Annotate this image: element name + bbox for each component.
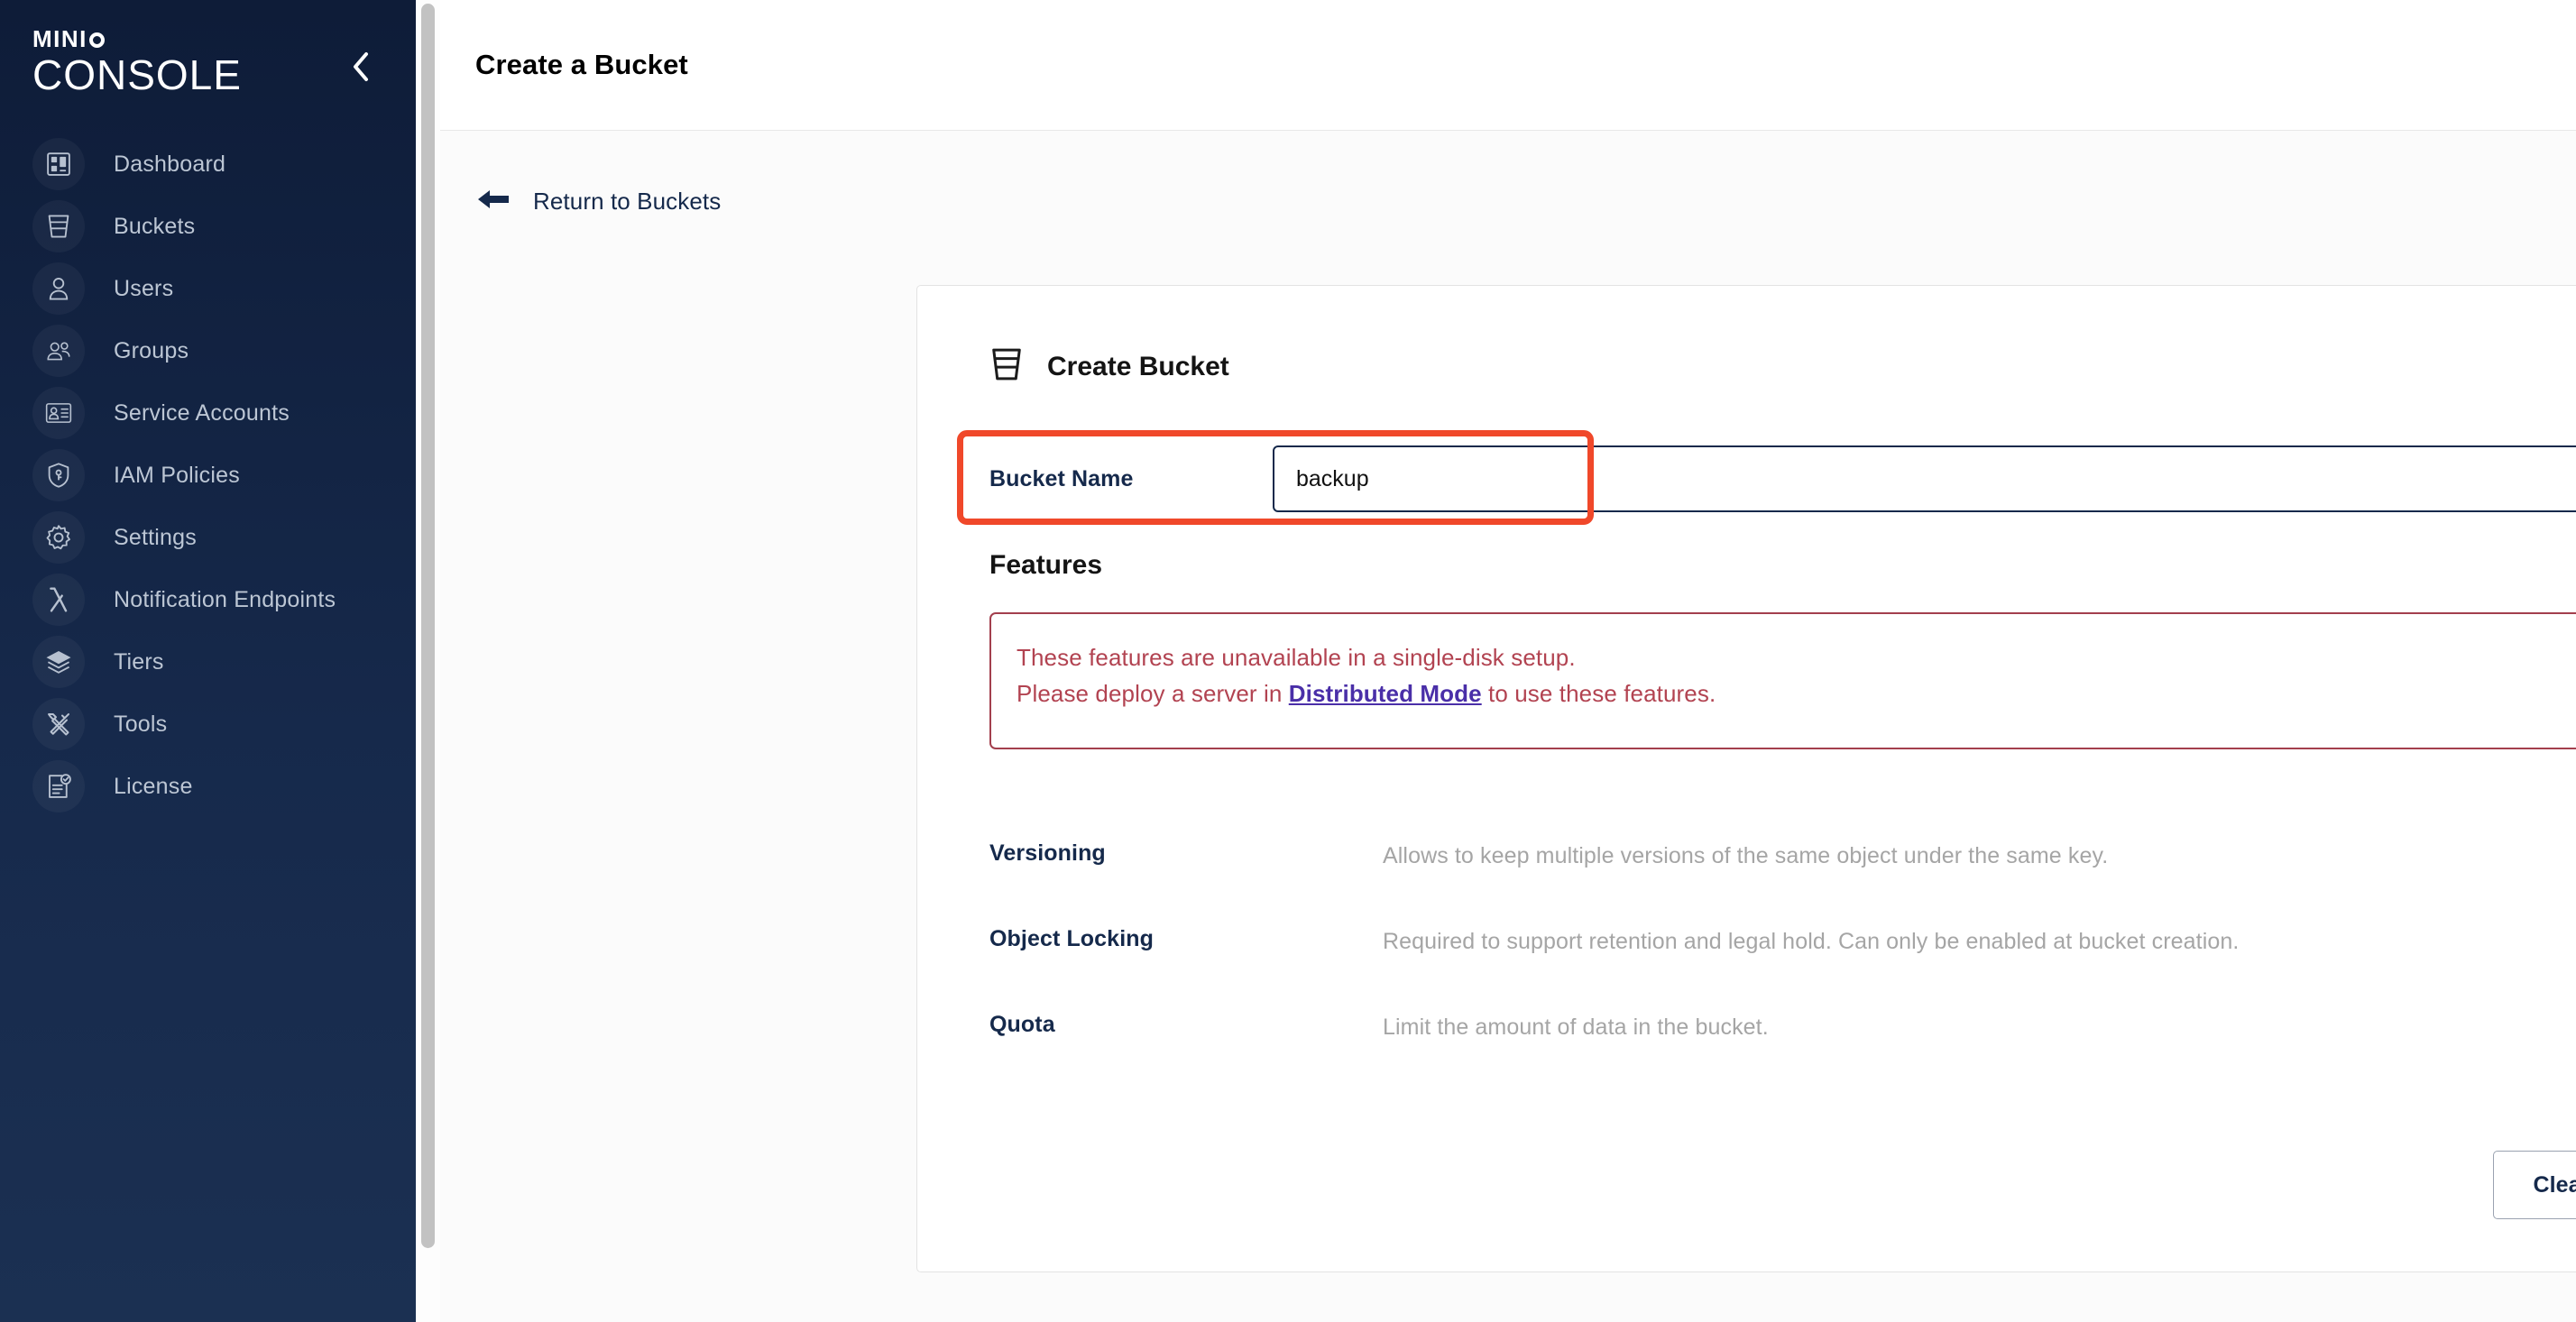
page-scrollbar[interactable] (416, 0, 440, 1322)
notice-line-2: Please deploy a server in Distributed Mo… (1017, 675, 2576, 711)
tools-icon (32, 698, 85, 750)
sidebar-item-label: License (114, 774, 193, 800)
sidebar-item-iam-policies[interactable]: IAM Policies (0, 445, 416, 507)
feature-toggle-list: Versioning Allows to keep multiple versi… (989, 811, 2576, 1068)
feature-name: Object Locking (989, 926, 1383, 952)
feature-description: Limit the amount of data in the bucket. (1383, 1014, 2257, 1041)
sidebar-item-license[interactable]: License (0, 756, 416, 818)
main-content: Create a Bucket Return to Buckets Create… (416, 0, 2576, 1322)
user-icon (32, 262, 85, 315)
feature-name: Quota (989, 1012, 1383, 1038)
sidebar-item-label: Groups (114, 338, 189, 364)
bucket-name-input[interactable]: backup (1273, 445, 2576, 512)
sidebar: MINI CONSOLE Dashboard (0, 0, 416, 1322)
brand-o-icon (89, 32, 105, 48)
sidebar-item-label: Tiers (114, 649, 164, 675)
brand-minio-label: MINI (32, 25, 87, 52)
sidebar-item-tools[interactable]: Tools (0, 693, 416, 756)
scrollbar-thumb[interactable] (421, 4, 435, 1248)
brand-minio-text: MINI (32, 27, 416, 50)
feature-row-versioning: Versioning Allows to keep multiple versi… (989, 811, 2576, 896)
sidebar-item-label: Dashboard (114, 151, 225, 178)
sidebar-item-label: Users (114, 276, 173, 302)
shield-key-icon (32, 449, 85, 501)
sidebar-item-label: Buckets (114, 214, 195, 240)
bucket-name-label: Bucket Name (989, 466, 1273, 492)
feature-row-quota: Quota Limit the amount of data in the bu… (989, 982, 2576, 1068)
sidebar-item-dashboard[interactable]: Dashboard (0, 133, 416, 196)
card-header: Create Bucket (917, 286, 2576, 388)
return-to-buckets-link[interactable]: Return to Buckets (416, 131, 721, 216)
sidebar-item-label: Tools (114, 711, 167, 738)
sidebar-item-label: Settings (114, 525, 197, 551)
bucket-name-row: Bucket Name backup (989, 445, 2576, 512)
notice-text-after: to use these features. (1482, 680, 1716, 707)
create-bucket-card: Create Bucket Bucket Name backup Feature… (916, 285, 2576, 1272)
features-heading: Features (989, 550, 1102, 581)
sidebar-nav: Dashboard Buckets User (0, 133, 416, 818)
sidebar-item-service-accounts[interactable]: Service Accounts (0, 382, 416, 445)
layers-icon (32, 636, 85, 688)
sidebar-collapse-button[interactable] (345, 52, 377, 85)
page-header: Create a Bucket (416, 0, 2576, 131)
notice-line-1: These features are unavailable in a sing… (1017, 639, 2576, 675)
bucket-icon (32, 200, 85, 252)
sidebar-item-label: IAM Policies (114, 463, 240, 489)
feature-name: Versioning (989, 840, 1383, 867)
dashboard-icon (32, 138, 85, 190)
feature-description: Required to support retention and legal … (1383, 929, 2576, 955)
lambda-icon (32, 574, 85, 626)
arrow-left-icon (475, 187, 511, 216)
sidebar-item-buckets[interactable]: Buckets (0, 196, 416, 258)
feature-row-object-locking: Object Locking Required to support reten… (989, 896, 2576, 982)
notice-text-before: Please deploy a server in (1017, 680, 1289, 707)
sidebar-item-label: Service Accounts (114, 400, 290, 427)
sidebar-item-settings[interactable]: Settings (0, 507, 416, 569)
page-title: Create a Bucket (475, 49, 688, 81)
gear-icon (32, 511, 85, 564)
distributed-mode-link[interactable]: Distributed Mode (1289, 680, 1482, 707)
bucket-icon (989, 345, 1024, 388)
id-card-icon (32, 387, 85, 439)
groups-icon (32, 325, 85, 377)
app-root: MINI CONSOLE Dashboard (0, 0, 2576, 1322)
sidebar-item-label: Notification Endpoints (114, 587, 336, 613)
sidebar-item-users[interactable]: Users (0, 258, 416, 320)
chevron-left-icon (350, 50, 372, 87)
return-to-buckets-label: Return to Buckets (533, 188, 721, 216)
clear-button[interactable]: Clear (2493, 1151, 2576, 1219)
card-actions: Clear Create Bucket (2493, 1151, 2576, 1219)
sidebar-item-notification-endpoints[interactable]: Notification Endpoints (0, 569, 416, 631)
card-title: Create Bucket (1047, 352, 1229, 382)
license-doc-icon (32, 760, 85, 812)
sidebar-item-tiers[interactable]: Tiers (0, 631, 416, 693)
feature-description: Allows to keep multiple versions of the … (1383, 843, 2569, 869)
features-unavailable-notice: These features are unavailable in a sing… (989, 612, 2576, 749)
sidebar-item-groups[interactable]: Groups (0, 320, 416, 382)
